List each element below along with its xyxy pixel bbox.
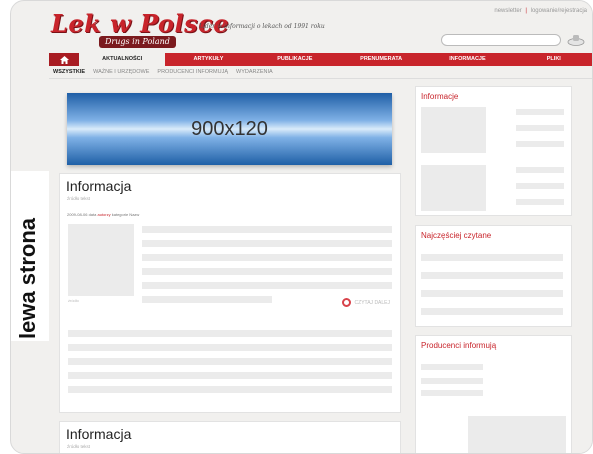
text-line: [516, 109, 564, 115]
text-line: [68, 372, 392, 379]
sidebar-title: Najczęściej czytane: [421, 231, 492, 240]
text-line: [68, 358, 392, 365]
sidebar-popular: Najczęściej czytane: [415, 225, 572, 327]
text-line: [421, 390, 483, 396]
page-frame: Lek w Polsce Drugs in Poland Lider w inf…: [10, 0, 593, 454]
subnav-wszystkie[interactable]: WSZYSTKIE: [53, 69, 85, 75]
sidebar-title: Informacje: [421, 92, 459, 101]
sidebar-image: [421, 107, 486, 153]
subnav-wazne[interactable]: WAŻNE I URZĘDOWE: [93, 69, 149, 75]
arrow-circle-icon: [341, 298, 351, 307]
article-title[interactable]: Informacja: [66, 426, 131, 442]
article-card: Informacja źródło tekst 2009-08-06 data …: [59, 173, 401, 413]
main-nav: AKTUALNOŚCI ARTYKUŁY PUBLIKACJE PRENUMER…: [49, 53, 592, 66]
sidebar-informacje: Informacje: [415, 86, 572, 216]
text-line: [421, 272, 563, 279]
text-line: [516, 125, 564, 131]
text-line: [142, 282, 392, 289]
text-line: [68, 386, 392, 393]
article-image-caption: źródło: [68, 298, 79, 303]
article-image: [68, 224, 134, 296]
sidebar-title: Producenci informują: [421, 341, 497, 350]
text-line: [516, 183, 564, 189]
article-source: źródło tekst: [67, 196, 91, 201]
text-line: [516, 199, 564, 205]
login-link[interactable]: logowanie/rejestracja: [531, 8, 587, 14]
separator: |: [525, 8, 527, 14]
nav-informacje[interactable]: INFORMACJE: [424, 53, 510, 66]
text-line: [421, 364, 483, 370]
ad-banner[interactable]: 900x120: [67, 93, 392, 165]
banner-size-label: 900x120: [191, 117, 268, 140]
search-icon[interactable]: [567, 34, 585, 46]
sidebar-producers: Producenci informują: [415, 335, 572, 453]
subnav-wydarzenia[interactable]: WYDARZENIA: [236, 69, 273, 75]
site-logo-subtitle: Drugs in Poland: [99, 36, 176, 48]
sidebar-image: [468, 416, 566, 453]
sub-nav: WSZYSTKIE WAŻNE I URZĘDOWE PRODUCENCI IN…: [49, 66, 592, 79]
home-icon: [59, 55, 69, 64]
subnav-producenci[interactable]: PRODUCENCI INFORMUJĄ: [157, 69, 228, 75]
nav-prenumerata[interactable]: PRENUMERATA: [338, 53, 424, 66]
nav-pliki[interactable]: PLIKI: [511, 53, 592, 66]
nav-publikacje[interactable]: PUBLIKACJE: [252, 53, 338, 66]
nav-artykuly[interactable]: ARTYKUŁY: [165, 53, 251, 66]
text-line: [142, 296, 272, 303]
article-card: Informacja źródło tekst: [59, 421, 401, 453]
text-line: [421, 378, 483, 384]
nav-aktualnosci[interactable]: AKTUALNOŚCI: [79, 53, 166, 66]
article-authors[interactable]: autorzy: [97, 212, 110, 217]
text-line: [68, 344, 392, 351]
text-line: [421, 308, 563, 315]
text-line: [516, 167, 564, 173]
top-links: newsletter | logowanie/rejestracja: [494, 8, 587, 14]
text-line: [142, 254, 392, 261]
text-line: [68, 330, 392, 337]
sidebar-image: [421, 165, 486, 211]
read-more-link[interactable]: CZYTAJ DALEJ: [341, 298, 390, 307]
text-line: [142, 240, 392, 247]
side-label: lewa strona: [15, 217, 40, 339]
home-button[interactable]: [49, 53, 79, 66]
text-line: [142, 268, 392, 275]
text-line: [421, 254, 563, 261]
article-source: źródło tekst: [67, 444, 91, 449]
search-input[interactable]: [441, 34, 561, 46]
text-line: [142, 226, 392, 233]
article-title[interactable]: Informacja: [66, 178, 131, 194]
newsletter-link[interactable]: newsletter: [494, 8, 521, 14]
article-meta: 2009-08-06 data autorzy kategorie Nazw: [67, 212, 140, 217]
page: Lek w Polsce Drugs in Poland Lider w inf…: [49, 1, 592, 453]
text-line: [516, 141, 564, 147]
text-line: [421, 290, 563, 297]
site-tagline: Lider w informacji o lekach od 1991 roku: [199, 23, 325, 30]
